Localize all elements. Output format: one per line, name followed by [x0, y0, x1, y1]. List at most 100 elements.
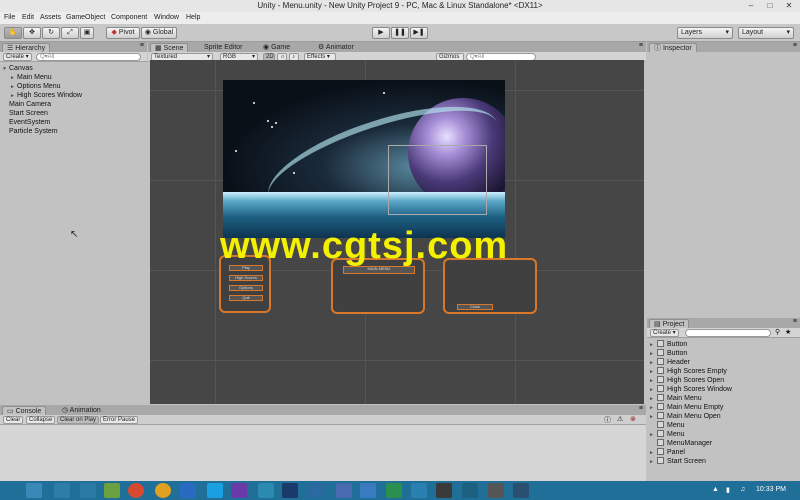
error-icon[interactable]: ⊗: [630, 415, 636, 423]
taskbar-app-icon[interactable]: [80, 483, 96, 498]
favorite-icon[interactable]: ★: [785, 328, 791, 336]
close-icon[interactable]: ✕: [780, 0, 798, 11]
ui-options-button[interactable]: Options: [229, 285, 263, 291]
hierarchy-search-input[interactable]: Q▾All: [36, 53, 141, 61]
taskbar-app-icon[interactable]: [513, 483, 529, 498]
ie-icon[interactable]: [180, 483, 196, 498]
maximize-icon[interactable]: □: [761, 0, 779, 11]
menu-gameobject[interactable]: GameObject: [66, 14, 105, 21]
tab-inspector[interactable]: ⓘ Inspector: [649, 43, 697, 52]
taskbar-app-icon[interactable]: [54, 483, 70, 498]
hierarchy-item-start-screen[interactable]: Start Screen: [9, 109, 48, 118]
filter-icon[interactable]: ⚲: [775, 328, 780, 336]
play-button[interactable]: ▶: [372, 27, 390, 39]
project-item[interactable]: ► Main Menu Open: [649, 412, 721, 421]
panel-menu-icon[interactable]: ≡: [140, 42, 144, 49]
info-icon[interactable]: ⓘ: [604, 415, 611, 425]
menu-edit[interactable]: Edit: [22, 14, 34, 21]
file-explorer-icon[interactable]: [26, 483, 42, 498]
ui-quit-button[interactable]: Quit: [229, 295, 263, 301]
tab-animator[interactable]: ⚙ Animator: [314, 43, 358, 52]
rotate-tool-icon[interactable]: ↻: [42, 27, 60, 39]
project-item[interactable]: MenuManager: [649, 439, 712, 448]
taskbar-app-icon[interactable]: [411, 483, 427, 498]
project-item[interactable]: ► Menu: [649, 430, 685, 439]
project-item[interactable]: ► High Scores Empty: [649, 367, 727, 376]
console-clear-button[interactable]: Clear: [3, 416, 24, 424]
facebook-icon[interactable]: [360, 483, 376, 498]
ui-close-button[interactable]: Close: [457, 304, 493, 310]
console-error-pause-button[interactable]: Error Pause: [100, 416, 139, 424]
taskbar-app-icon[interactable]: [104, 483, 120, 498]
warning-icon[interactable]: ⚠: [617, 415, 623, 423]
step-button[interactable]: ▶❚: [410, 27, 428, 39]
taskbar-app-icon[interactable]: [436, 483, 452, 498]
hierarchy-item-canvas[interactable]: ▼ Canvas: [2, 64, 33, 73]
rect-tool-icon[interactable]: ▣: [80, 27, 94, 39]
tab-console[interactable]: ▭ Console: [2, 406, 47, 415]
menu-assets[interactable]: Assets: [40, 14, 61, 21]
taskbar-app-icon[interactable]: [258, 483, 274, 498]
panel-menu-icon[interactable]: ≡: [639, 42, 643, 49]
panel-menu-icon[interactable]: ≡: [793, 42, 797, 49]
project-item[interactable]: Menu: [649, 421, 685, 430]
taskbar-app-icon[interactable]: [308, 483, 324, 498]
tab-game[interactable]: ◉ Game: [259, 43, 294, 52]
hierarchy-create-button[interactable]: Create ▾: [3, 53, 32, 61]
taskbar-clock[interactable]: 10:33 PM: [756, 486, 786, 493]
chrome-icon[interactable]: [128, 483, 144, 498]
hand-tool-icon[interactable]: ✋: [4, 27, 22, 39]
hierarchy-item-main-camera[interactable]: Main Camera: [9, 100, 51, 109]
project-item[interactable]: ► Header: [649, 358, 690, 367]
expand-arrow-icon[interactable]: ►: [649, 458, 657, 467]
console-collapse-button[interactable]: Collapse: [26, 416, 56, 424]
tab-sprite-editor[interactable]: Sprite Editor: [200, 43, 247, 52]
project-item[interactable]: ► Main Menu: [649, 394, 702, 403]
project-item[interactable]: ► Main Menu Empty: [649, 403, 723, 412]
taskbar-app-icon[interactable]: [386, 483, 402, 498]
tab-project[interactable]: ▤ Project: [649, 319, 690, 328]
taskbar-app-icon[interactable]: [155, 483, 171, 498]
project-search-input[interactable]: [685, 329, 771, 337]
tab-scene[interactable]: ▦ Scene: [150, 43, 189, 52]
move-tool-icon[interactable]: ✥: [23, 27, 41, 39]
console-clear-on-play-button[interactable]: Clear on Play: [57, 416, 100, 424]
panel-menu-icon[interactable]: ≡: [793, 318, 797, 325]
volume-icon[interactable]: ♫: [740, 486, 745, 493]
skype-icon[interactable]: [207, 483, 223, 498]
pause-button[interactable]: ❚❚: [391, 27, 409, 39]
menu-window[interactable]: Window: [154, 14, 179, 21]
project-item[interactable]: ► High Scores Open: [649, 376, 724, 385]
network-icon[interactable]: ▮: [726, 486, 730, 494]
tab-hierarchy[interactable]: ☰ Hierarchy: [2, 43, 51, 52]
tray-arrow-icon[interactable]: ▲: [712, 486, 719, 493]
tab-animation[interactable]: ◷ Animation: [58, 406, 105, 415]
hierarchy-item-high-scores-window[interactable]: ► High Scores Window: [10, 91, 82, 100]
taskbar-app-icon[interactable]: [336, 483, 352, 498]
project-item[interactable]: ► Button: [649, 349, 687, 358]
scale-tool-icon[interactable]: ⤢: [61, 27, 79, 39]
photoshop-icon[interactable]: [282, 483, 298, 498]
hierarchy-item-eventsystem[interactable]: EventSystem: [9, 118, 50, 127]
unity-icon[interactable]: [488, 483, 504, 498]
hierarchy-item-particle-system[interactable]: Particle System: [9, 127, 58, 136]
hierarchy-item-main-menu[interactable]: ► Main Menu: [10, 73, 52, 82]
menu-file[interactable]: File: [4, 14, 15, 21]
project-item[interactable]: ► Start Screen: [649, 457, 706, 466]
menu-help[interactable]: Help: [186, 14, 200, 21]
panel-menu-icon[interactable]: ≡: [639, 405, 643, 412]
project-item[interactable]: ► Panel: [649, 448, 685, 457]
pivot-toggle[interactable]: ◆ Pivot: [106, 27, 140, 39]
hierarchy-item-options-menu[interactable]: ► Options Menu: [10, 82, 61, 91]
global-toggle[interactable]: ◉ Global: [141, 27, 177, 39]
project-item[interactable]: ► High Scores Window: [649, 385, 732, 394]
ui-high-scores-button[interactable]: High Scores: [229, 275, 263, 281]
layout-dropdown[interactable]: Layout ▾: [738, 27, 794, 39]
project-item[interactable]: ► Button: [649, 340, 687, 349]
layers-dropdown[interactable]: Layers ▾: [677, 27, 733, 39]
minimize-icon[interactable]: –: [742, 0, 760, 11]
project-create-button[interactable]: Create ▾: [650, 329, 679, 337]
expand-arrow-icon[interactable]: ▼: [2, 65, 9, 74]
taskbar-app-icon[interactable]: [462, 483, 478, 498]
menu-component[interactable]: Component: [111, 14, 147, 21]
